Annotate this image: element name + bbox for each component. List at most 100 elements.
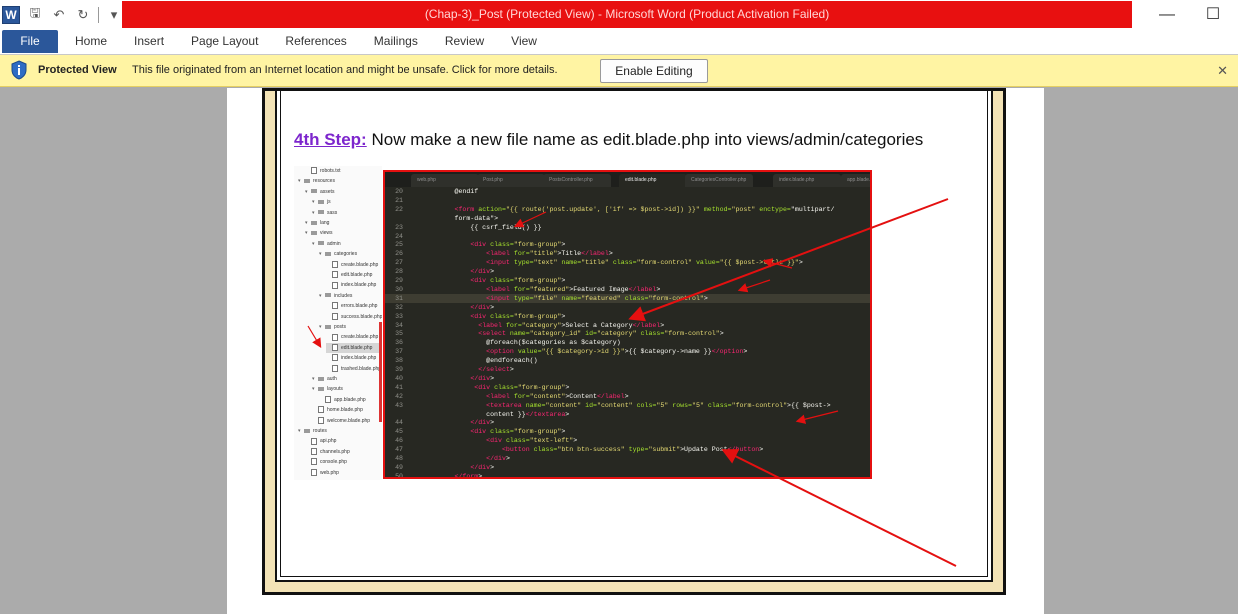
- tab-page-layout[interactable]: Page Layout: [178, 30, 272, 54]
- screenshot-tree-item: ▾ routes: [298, 426, 382, 436]
- tab-mailings[interactable]: Mailings: [361, 30, 432, 54]
- tab-view[interactable]: View: [498, 30, 551, 54]
- screenshot-tree-item: ▾ assets: [305, 187, 382, 197]
- file-icon: [318, 406, 324, 414]
- code-text: form-data">: [407, 214, 499, 222]
- code-text: <div class="form-group">: [470, 241, 566, 249]
- enable-editing-button[interactable]: Enable Editing: [600, 59, 708, 83]
- tree-item-label: create.blade.php: [341, 261, 379, 268]
- screenshot-code-line: 50 </form>: [385, 472, 870, 479]
- folder-icon: [318, 376, 324, 381]
- folder-icon: [318, 387, 324, 392]
- screenshot-tree-item: console.php: [305, 457, 382, 467]
- tab-home[interactable]: Home: [62, 30, 121, 54]
- code-text: <label for="featured">Featured Image</la…: [486, 285, 661, 293]
- screenshot-code-line: 32 </div>: [385, 303, 870, 312]
- code-text: content }}</textarea>: [407, 410, 570, 418]
- file-icon: [332, 312, 338, 320]
- window-title: (Chap-3)_Post (Protected View) - Microso…: [122, 1, 1132, 28]
- line-number: 21: [395, 196, 403, 204]
- tree-item-label: channels.php: [320, 448, 350, 455]
- tree-item-label: create.blade.php: [341, 334, 379, 341]
- folder-icon: [318, 199, 324, 204]
- folder-icon: [318, 241, 324, 246]
- tree-item-label: assets: [320, 188, 335, 195]
- line-number: 24: [395, 232, 403, 240]
- file-icon: [332, 271, 338, 279]
- line-number: 45: [395, 428, 403, 436]
- line-number: 49: [395, 463, 403, 471]
- tree-item-label: categories: [334, 251, 358, 258]
- screenshot-tree-item: web.php: [305, 468, 382, 478]
- code-text: {{ csrf_field() }}: [407, 223, 542, 231]
- file-tab[interactable]: File: [2, 30, 58, 53]
- code-text: @endif: [407, 188, 479, 195]
- tab-references[interactable]: References: [272, 30, 360, 54]
- code-text: <form action="{{ route('post.update', ['…: [454, 205, 835, 213]
- line-number: 40: [395, 374, 403, 382]
- screenshot-code-line: 30 <label for="featured">Featured Image<…: [385, 285, 870, 294]
- protected-view-bar[interactable]: Protected View This file originated from…: [0, 55, 1238, 87]
- screenshot-tree-item: ▾ posts: [319, 322, 382, 332]
- file-icon: [311, 437, 317, 445]
- line-number: 27: [395, 259, 403, 267]
- tree-item-label: home.blade.php: [327, 407, 363, 414]
- screenshot-sidebar-highlight: [379, 322, 382, 422]
- screenshot-editor-tab: CategoriesController.php: [685, 174, 753, 187]
- line-number: 41: [395, 383, 403, 391]
- tree-item-label: robots.txt: [320, 168, 341, 174]
- screenshot-tree-item: robots.txt: [305, 166, 382, 176]
- tree-item-label: views: [320, 230, 333, 237]
- save-icon[interactable]: 🖫: [26, 5, 44, 24]
- file-icon: [332, 364, 338, 372]
- close-icon[interactable]: ✕: [1217, 63, 1228, 79]
- tree-item-label: edit.blade.php: [341, 272, 373, 278]
- folder-icon: [325, 251, 331, 256]
- screenshot-tree-item: channels.php: [305, 447, 382, 457]
- file-icon: [332, 333, 338, 341]
- screenshot-editor-tab: index.blade.php: [773, 174, 841, 187]
- screenshot-code-line: 28 </div>: [385, 267, 870, 276]
- protected-view-message[interactable]: This file originated from an Internet lo…: [132, 64, 558, 76]
- line-number: 35: [395, 330, 403, 338]
- customize-qat-icon[interactable]: ▾: [105, 6, 123, 24]
- undo-icon[interactable]: ↶: [50, 6, 68, 24]
- tab-review[interactable]: Review: [432, 30, 498, 54]
- screenshot-tree-item: index.blade.php: [326, 280, 382, 290]
- code-text: <select name="category_id" id="category"…: [478, 330, 724, 338]
- tree-item-label: web.php: [320, 469, 339, 476]
- file-icon: [332, 343, 338, 351]
- code-text: <input type="text" name="title" class="f…: [486, 259, 803, 267]
- screenshot-code-line: form-data">: [385, 214, 870, 223]
- line-number: 25: [395, 241, 403, 249]
- tab-insert[interactable]: Insert: [121, 30, 178, 54]
- tree-item-label: edit.blade.php: [341, 344, 373, 351]
- screenshot-tree-item: create.blade.php: [326, 332, 382, 342]
- code-text: </div>: [470, 463, 495, 471]
- tree-item-label: index.blade.php: [341, 282, 377, 289]
- file-icon: [311, 468, 317, 476]
- redo-icon[interactable]: ↻: [74, 6, 92, 24]
- line-number: 36: [395, 339, 403, 347]
- code-text: <input type="file" name="featured" class…: [486, 294, 708, 302]
- code-text: @foreach($categories as $category): [407, 339, 621, 347]
- screenshot-editor-tab: web.php: [411, 174, 479, 187]
- screenshot-code-line: 31 <input type="file" name="featured" cl…: [385, 293, 870, 303]
- word-app-icon[interactable]: W: [2, 6, 20, 24]
- tree-item-label: app.blade.php: [334, 396, 366, 403]
- code-text: <div class="form-group">: [474, 383, 570, 391]
- folder-icon: [318, 210, 324, 215]
- maximize-button[interactable]: ☐: [1198, 4, 1228, 26]
- minimize-button[interactable]: —: [1152, 4, 1182, 26]
- line-number: 20: [395, 188, 403, 195]
- screenshot-code-line: 20 @endif: [385, 187, 870, 196]
- tree-item-label: routes: [313, 428, 327, 434]
- tree-item-label: resources: [313, 178, 335, 185]
- tree-item-label: trashed.blade.php: [341, 365, 382, 372]
- title-bar: W 🖫 ↶ ↻ ▾ (Chap-3)_Post (Protected View)…: [0, 0, 1238, 30]
- screenshot-code-line: 29 <div class="form-group">: [385, 276, 870, 285]
- line-number: 31: [395, 294, 403, 302]
- line-number: 50: [395, 472, 403, 479]
- screenshot-tree-item: errors.blade.php: [326, 301, 382, 311]
- screenshot-code-line: 23 {{ csrf_field() }}: [385, 223, 870, 232]
